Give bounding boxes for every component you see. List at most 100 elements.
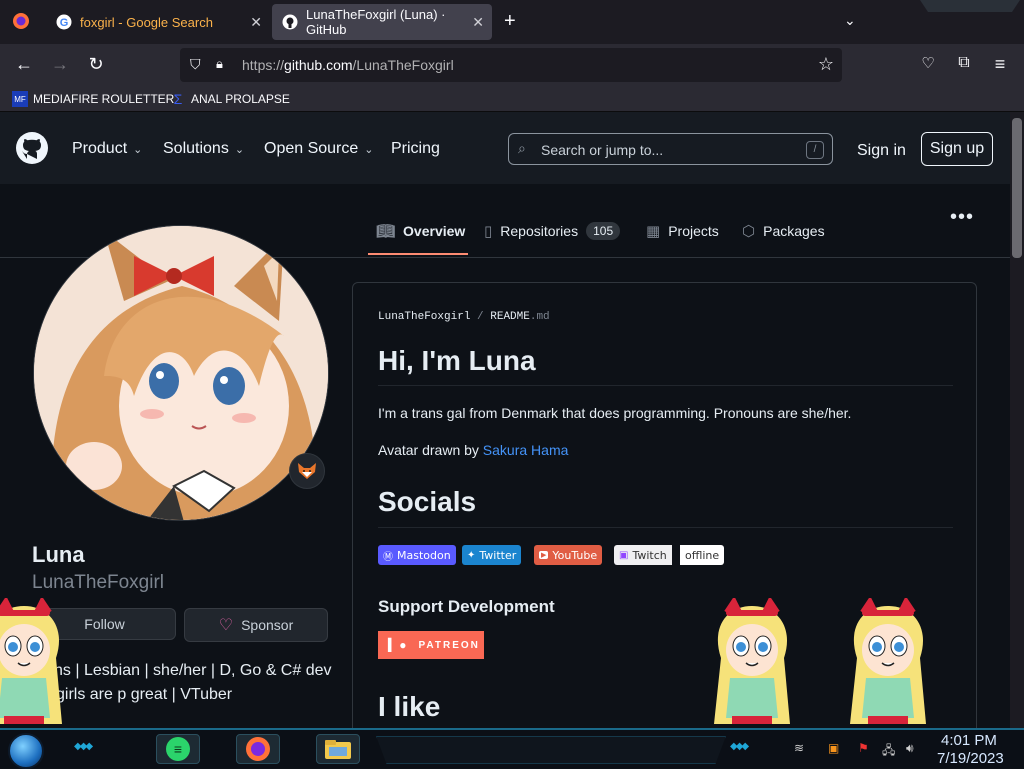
github-header: Product ⌄ Solutions ⌄ Open Source ⌄ Pricing… xyxy=(0,112,1010,184)
close-tab-icon[interactable]: ✕ xyxy=(472,14,484,31)
profile-username: LunaTheFoxgirl xyxy=(32,572,165,593)
taskbar-decoration: ◆◆◆ xyxy=(730,741,749,752)
pocket-icon[interactable]: ♡ xyxy=(917,54,939,72)
chevron-down-icon[interactable]: ⌄ xyxy=(844,12,856,29)
start-button[interactable] xyxy=(8,733,44,769)
google-icon: G xyxy=(56,14,72,30)
readme-heading-socials: Socials xyxy=(378,486,477,517)
volume-icon[interactable]: 🔊︎ xyxy=(906,741,914,756)
book-icon: 📖︎ xyxy=(376,223,396,240)
search-icon: ⌕ xyxy=(518,140,526,156)
bookmark-star-icon[interactable]: ☆ xyxy=(818,54,834,75)
bookmark-anal-prolapse[interactable]: Σ ANAL PROLAPSE xyxy=(170,91,290,107)
profile-display-name: Luna xyxy=(32,542,85,567)
repo-icon: ▯ xyxy=(484,223,493,240)
sakura-hama-link[interactable]: Sakura Hama xyxy=(483,442,569,458)
taskbar-app-notes[interactable]: ≡ xyxy=(156,734,200,764)
youtube-icon: ▶ xyxy=(539,551,549,559)
repo-count-badge: 105 xyxy=(586,222,621,240)
twitch-badge[interactable]: ▣ Twitch xyxy=(614,545,672,565)
slash-key-hint: / xyxy=(806,141,824,159)
firefox-menu-icon[interactable] xyxy=(12,12,30,30)
sigma-icon: Σ xyxy=(173,91,183,107)
reload-icon[interactable]: ↻ xyxy=(85,54,107,75)
notes-app-icon: ≡ xyxy=(166,737,190,761)
twitch-icon: ▣ xyxy=(619,549,629,561)
chevron-down-icon: ⌄ xyxy=(133,143,143,156)
twitter-bird-icon: ✦ xyxy=(467,549,476,561)
new-tab-icon[interactable]: + xyxy=(504,10,516,33)
avatar-credit: Avatar drawn by Sakura Hama xyxy=(378,442,569,458)
search-input[interactable]: ⌕ Search or jump to... / xyxy=(508,133,833,165)
tab-packages[interactable]: ⬡ Packages xyxy=(742,222,825,240)
youtube-badge[interactable]: ▶ YouTube xyxy=(534,545,603,565)
extensions-icon[interactable]: ⧉ xyxy=(953,54,975,72)
package-icon: ⬡ xyxy=(742,223,756,240)
nav-solutions[interactable]: Solutions ⌄ xyxy=(163,140,244,158)
lock-icon[interactable]: 🔒︎ xyxy=(216,56,223,72)
patreon-button[interactable]: ▍● PATREON xyxy=(378,631,484,659)
firefox-icon xyxy=(246,737,270,761)
address-bar[interactable]: ⛉ 🔒︎ https://github.com/LunaTheFoxgirl ☆ xyxy=(180,48,842,82)
back-arrow-icon[interactable]: ← xyxy=(13,54,35,75)
nav-pricing[interactable]: Pricing xyxy=(391,140,440,158)
star-character-sticker xyxy=(850,598,926,724)
tab-title: foxgirl - Google Search xyxy=(80,14,213,30)
patreon-icon: ▍● xyxy=(388,638,409,652)
mediafire-icon: MF xyxy=(12,91,28,107)
folder-icon xyxy=(325,740,351,759)
twitch-status-badge[interactable]: offline xyxy=(680,545,725,565)
scrollbar-thumb[interactable] xyxy=(1012,118,1022,258)
mastodon-icon: Ⓜ xyxy=(383,551,393,563)
taskbar-app-firefox[interactable] xyxy=(236,734,280,764)
divider xyxy=(378,385,953,386)
tab-github-profile[interactable]: LunaTheFoxgirl (Luna) · GitHub ✕ xyxy=(272,4,492,40)
profile-bio-line: ns | Lesbian | she/her | D, Go & C# dev xyxy=(54,662,332,679)
url-text[interactable]: https://github.com/LunaTheFoxgirl xyxy=(242,57,454,73)
twitter-badge[interactable]: ✦ Twitter xyxy=(462,545,522,565)
table-icon: ▦ xyxy=(646,223,661,240)
taskbar-decoration xyxy=(376,736,726,764)
taskbar: ◆◆◆ ≡ ◆◆◆ ≋ ▣ ⚑ 🖧︎ 🔊︎ 4:01 PM 7/19/2023 xyxy=(0,728,1024,769)
tray-app-icon[interactable]: ▣ xyxy=(828,741,839,755)
github-logo-icon[interactable] xyxy=(16,132,48,164)
browser-tab-bar: G foxgirl - Google Search ✕ LunaTheFoxgi… xyxy=(0,0,1024,44)
readme-path: LunaTheFoxgirl / README.md xyxy=(378,311,550,323)
bookmark-mediafire[interactable]: MF MEDIAFIRE ROULETTER xyxy=(12,91,174,107)
readme-heading-support: Support Development xyxy=(378,597,555,616)
show-hidden-icons[interactable]: ≋ xyxy=(794,741,804,755)
chevron-down-icon: ⌄ xyxy=(234,143,245,156)
taskbar-app-explorer[interactable] xyxy=(316,734,360,764)
tab-overview[interactable]: 📖︎ Overview xyxy=(376,222,465,240)
sign-up-button[interactable]: Sign up xyxy=(921,132,993,166)
tab-projects[interactable]: ▦ Projects xyxy=(646,222,719,240)
tab-google-search[interactable]: G foxgirl - Google Search ✕ xyxy=(46,4,270,40)
window-frame-decoration xyxy=(920,0,1020,12)
star-character-sticker xyxy=(714,598,790,724)
nav-open-source[interactable]: Open Source ⌄ xyxy=(264,140,374,158)
more-options-icon[interactable]: ••• xyxy=(950,206,974,229)
readme-heading-i-like: I like xyxy=(378,691,441,722)
forward-arrow-icon[interactable]: → xyxy=(49,54,71,75)
mastodon-badge[interactable]: Ⓜ Mastodon xyxy=(378,545,456,565)
readme-intro-text: I'm a trans gal from Denmark that does p… xyxy=(378,405,852,421)
nav-product[interactable]: Product ⌄ xyxy=(72,140,142,158)
status-emoji-fox-icon[interactable] xyxy=(289,453,325,489)
chevron-down-icon: ⌄ xyxy=(364,143,374,156)
action-center-flag-icon[interactable]: ⚑ xyxy=(858,741,869,755)
readme-owner-link[interactable]: LunaTheFoxgirl xyxy=(378,311,470,323)
clock-date[interactable]: 7/19/2023 xyxy=(937,750,1004,767)
close-tab-icon[interactable]: ✕ xyxy=(250,14,262,31)
browser-nav-bar: ← → ↻ ⛉ 🔒︎ https://github.com/LunaTheFox… xyxy=(0,44,1024,86)
shield-icon[interactable]: ⛉ xyxy=(190,56,201,73)
tab-title: LunaTheFoxgirl (Luna) · GitHub xyxy=(306,7,446,37)
sponsor-button[interactable]: ♡ Sponsor xyxy=(184,608,328,642)
hamburger-menu-icon[interactable]: ≡ xyxy=(989,54,1011,75)
sign-in-link[interactable]: Sign in xyxy=(857,142,906,160)
avatar[interactable] xyxy=(33,225,329,521)
github-icon xyxy=(282,14,298,30)
network-icon[interactable]: 🖧︎ xyxy=(882,741,895,762)
clock-time[interactable]: 4:01 PM xyxy=(941,732,997,749)
divider xyxy=(378,527,953,528)
tab-repositories[interactable]: ▯ Repositories 105 xyxy=(484,222,621,240)
